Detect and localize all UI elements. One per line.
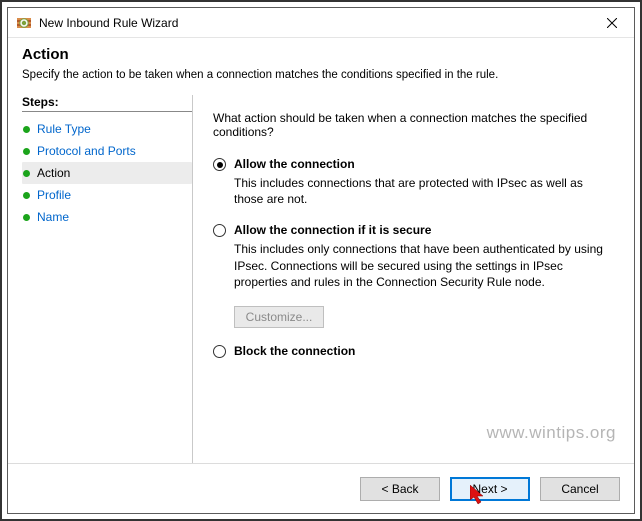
step-name[interactable]: Name bbox=[22, 206, 192, 228]
outer-frame: New Inbound Rule Wizard Action Specify t… bbox=[0, 0, 642, 521]
step-label: Action bbox=[37, 166, 70, 180]
close-button[interactable] bbox=[592, 9, 632, 37]
option-label: Allow the connection bbox=[234, 157, 355, 171]
page-heading: Action bbox=[22, 46, 620, 63]
step-rule-type[interactable]: Rule Type bbox=[22, 118, 192, 140]
cancel-button[interactable]: Cancel bbox=[540, 477, 620, 501]
bullet-icon bbox=[23, 214, 30, 221]
step-label: Profile bbox=[37, 188, 71, 202]
wizard-window: New Inbound Rule Wizard Action Specify t… bbox=[7, 7, 635, 514]
titlebar: New Inbound Rule Wizard bbox=[8, 8, 634, 38]
firewall-icon bbox=[16, 15, 32, 31]
question-text: What action should be taken when a conne… bbox=[213, 111, 610, 139]
bullet-icon bbox=[23, 126, 30, 133]
radio-icon[interactable] bbox=[213, 158, 226, 171]
header: Action Specify the action to be taken wh… bbox=[8, 38, 634, 87]
step-action[interactable]: Action bbox=[22, 162, 192, 184]
steps-heading: Steps: bbox=[22, 95, 192, 112]
window-title: New Inbound Rule Wizard bbox=[39, 16, 592, 30]
footer: < Back Next > Cancel bbox=[8, 463, 634, 513]
option-allow-secure[interactable]: Allow the connection if it is secure bbox=[213, 223, 610, 237]
step-protocol-ports[interactable]: Protocol and Ports bbox=[22, 140, 192, 162]
option-label: Block the connection bbox=[234, 344, 355, 358]
radio-icon[interactable] bbox=[213, 224, 226, 237]
step-label: Rule Type bbox=[37, 122, 91, 136]
option-label: Allow the connection if it is secure bbox=[234, 223, 431, 237]
option-desc: This includes only connections that have… bbox=[234, 241, 610, 290]
page-subtitle: Specify the action to be taken when a co… bbox=[22, 69, 620, 81]
step-profile[interactable]: Profile bbox=[22, 184, 192, 206]
bullet-icon bbox=[23, 148, 30, 155]
steps-sidebar: Steps: Rule Type Protocol and Ports Acti… bbox=[22, 87, 192, 463]
back-button[interactable]: < Back bbox=[360, 477, 440, 501]
option-allow[interactable]: Allow the connection bbox=[213, 157, 610, 171]
body: Steps: Rule Type Protocol and Ports Acti… bbox=[8, 87, 634, 463]
close-icon bbox=[607, 18, 617, 28]
content-area: What action should be taken when a conne… bbox=[193, 87, 620, 463]
bullet-icon bbox=[23, 192, 30, 199]
radio-icon[interactable] bbox=[213, 345, 226, 358]
step-label: Name bbox=[37, 210, 69, 224]
bullet-icon bbox=[23, 170, 30, 177]
customize-button: Customize... bbox=[234, 306, 324, 328]
next-button[interactable]: Next > bbox=[450, 477, 530, 501]
option-block[interactable]: Block the connection bbox=[213, 344, 610, 358]
option-desc: This includes connections that are prote… bbox=[234, 175, 610, 207]
step-label: Protocol and Ports bbox=[37, 144, 136, 158]
